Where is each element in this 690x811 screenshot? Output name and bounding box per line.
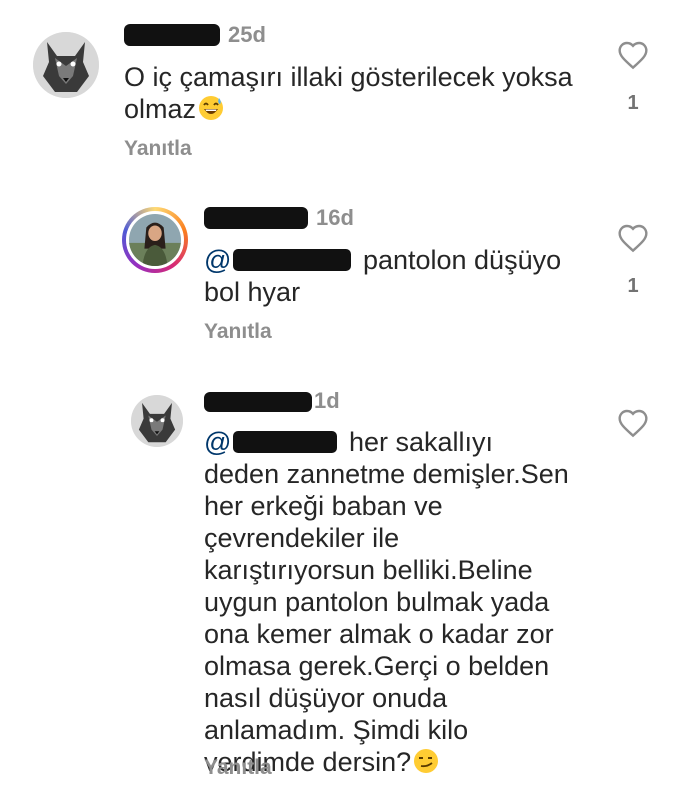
- comment-meta: 1d: [204, 386, 404, 416]
- redacted-mention: [233, 248, 352, 271]
- avatar-story-ring[interactable]: [122, 207, 188, 273]
- person-avatar-icon: [129, 214, 181, 266]
- avatar-wolf[interactable]: [33, 32, 99, 98]
- like-button[interactable]: [616, 408, 650, 438]
- redacted-username: [124, 24, 220, 46]
- like-count: 1: [627, 92, 639, 114]
- grinning-sweat-emoji-icon: [199, 96, 224, 120]
- smirking-emoji-icon: [414, 749, 439, 773]
- mention-prefix: @: [204, 427, 232, 457]
- comment-text: O iç çamaşırı illaki gösterilecek yoksa …: [124, 61, 594, 125]
- comment-time: 16d: [316, 205, 354, 230]
- mention-prefix: @: [204, 245, 232, 275]
- redacted-username: [204, 392, 312, 412]
- mention-link[interactable]: @: [204, 245, 355, 275]
- comment-text: @ pantolon düşüyo bol hyar: [204, 244, 604, 308]
- heart-icon: [618, 224, 648, 253]
- mention-link[interactable]: @: [204, 427, 341, 457]
- reply-button[interactable]: Yanıtla: [204, 756, 272, 780]
- comment-text: @ her sakallıyı deden zannetme demişler.…: [204, 426, 574, 778]
- wolf-avatar-icon: [131, 395, 183, 447]
- redacted-mention: [233, 430, 338, 453]
- heart-icon: [618, 41, 648, 70]
- comment-meta: 16d: [204, 203, 404, 233]
- like-button[interactable]: 1: [616, 40, 650, 115]
- avatar-wolf[interactable]: [131, 395, 183, 447]
- wolf-avatar-icon: [33, 32, 99, 98]
- reply-button[interactable]: Yanıtla: [124, 137, 192, 161]
- comment-time: 25d: [228, 22, 266, 47]
- comment-time: 1d: [314, 388, 340, 413]
- heart-icon: [618, 409, 648, 438]
- comment-meta: 25d: [124, 20, 324, 50]
- comment-1: 25d O iç çamaşırı illaki gösterilecek yo…: [0, 0, 690, 180]
- comment-2: 16d @ pantolon düşüyo bol hyar Yanıtla 1: [0, 180, 690, 370]
- reply-button[interactable]: Yanıtla: [204, 320, 272, 344]
- comment-body: her sakallıyı deden zannetme demişler.Se…: [204, 427, 569, 777]
- comment-3: 1d @ her sakallıyı deden zannetme demişl…: [0, 370, 690, 811]
- avatar-photo: [126, 211, 184, 269]
- like-count: 1: [627, 275, 639, 297]
- comment-body: O iç çamaşırı illaki gösterilecek yoksa …: [124, 62, 573, 124]
- redacted-username: [204, 207, 308, 229]
- like-button[interactable]: 1: [616, 223, 650, 298]
